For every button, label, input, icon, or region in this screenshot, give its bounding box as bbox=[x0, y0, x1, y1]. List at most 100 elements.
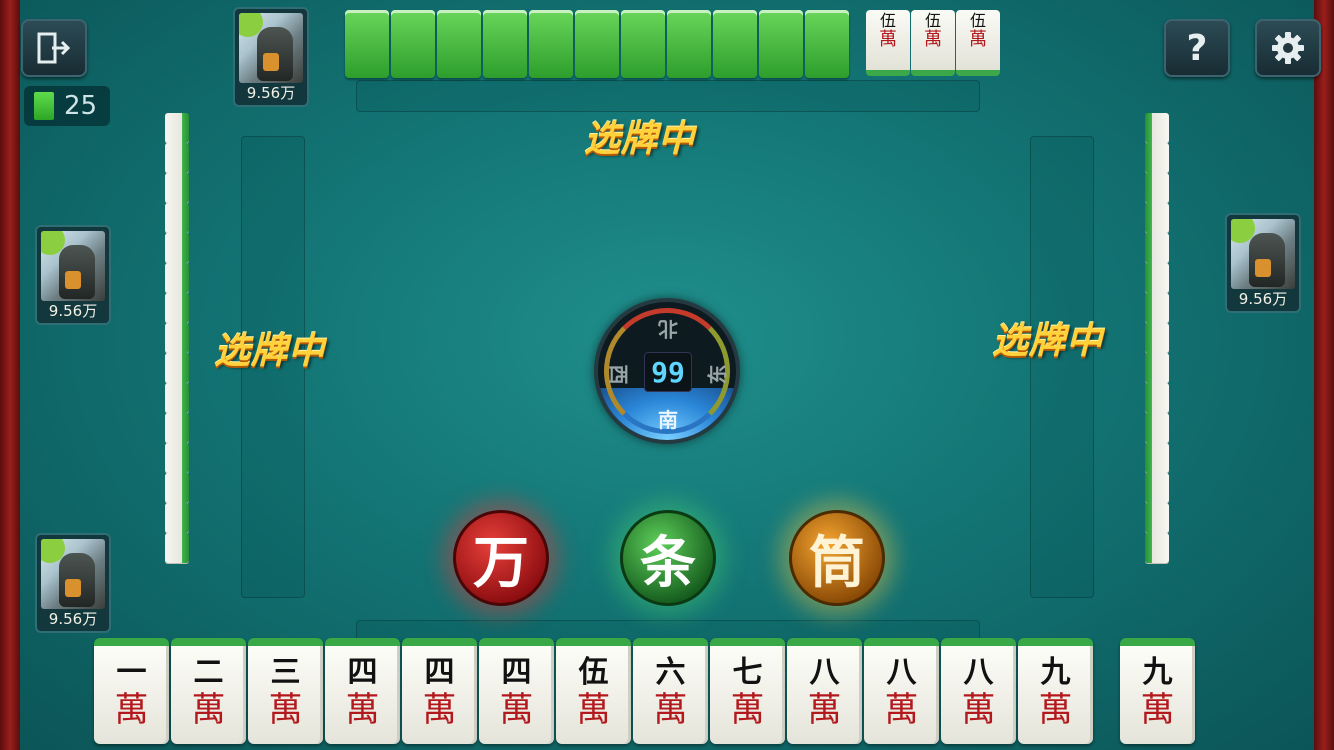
avatar bbox=[1231, 219, 1295, 289]
side-tile bbox=[1145, 383, 1169, 413]
side-tile bbox=[1145, 113, 1169, 143]
hidden-tile bbox=[713, 10, 757, 78]
wind-south: 南 bbox=[658, 408, 678, 432]
player-left-upper[interactable]: 9.56万 bbox=[35, 225, 111, 325]
tile-suit: 萬 bbox=[1140, 690, 1175, 730]
status-top-selecting: 选牌中 bbox=[584, 119, 696, 160]
wind-north: 北 bbox=[658, 317, 678, 341]
side-tile bbox=[165, 353, 189, 383]
tile-number: 四 bbox=[501, 655, 532, 690]
tile-suit: 萬 bbox=[879, 29, 897, 50]
hidden-tile bbox=[529, 10, 573, 78]
tile-number: 二 bbox=[193, 655, 224, 690]
tile-suit: 萬 bbox=[807, 690, 842, 730]
choose-tiao-button[interactable]: 条 bbox=[620, 510, 716, 606]
side-tile bbox=[1145, 413, 1169, 443]
tile-suit: 萬 bbox=[730, 690, 765, 730]
tile-suit: 萬 bbox=[191, 690, 226, 730]
player-money: 9.56万 bbox=[48, 302, 98, 320]
side-tile bbox=[165, 503, 189, 533]
side-tile bbox=[165, 323, 189, 353]
tile-number: 八 bbox=[809, 655, 840, 690]
tile-icon bbox=[34, 92, 54, 120]
question-mark-icon: ? bbox=[1186, 27, 1208, 69]
tile-number: 八 bbox=[886, 655, 917, 690]
hand-tile[interactable]: 七萬 bbox=[710, 638, 785, 744]
side-tile bbox=[1145, 473, 1169, 503]
hand-tile[interactable]: 二萬 bbox=[171, 638, 246, 744]
hidden-tile bbox=[575, 10, 619, 78]
hand-tile[interactable]: 四萬 bbox=[325, 638, 400, 744]
side-tile bbox=[1145, 353, 1169, 383]
player-top[interactable]: 9.56万 bbox=[233, 7, 309, 107]
settings-button[interactable] bbox=[1255, 19, 1321, 77]
side-tile bbox=[165, 173, 189, 203]
player-money: 9.56万 bbox=[48, 610, 98, 628]
tile-suit: 萬 bbox=[969, 29, 987, 50]
side-tile bbox=[1145, 503, 1169, 533]
side-tile bbox=[1145, 143, 1169, 173]
side-tile bbox=[1145, 533, 1169, 563]
tile-number: 六 bbox=[655, 655, 686, 690]
wind-west: 西 bbox=[606, 364, 631, 385]
side-tile bbox=[165, 293, 189, 323]
choose-tong-button[interactable]: 筒 bbox=[789, 510, 885, 606]
drawn-tile[interactable]: 九萬 bbox=[1120, 638, 1195, 744]
hand-tile[interactable]: 四萬 bbox=[479, 638, 554, 744]
hand-tile[interactable]: 三萬 bbox=[248, 638, 323, 744]
hand-tile[interactable]: 八萬 bbox=[864, 638, 939, 744]
tile-number: 三 bbox=[270, 655, 301, 690]
hand-tile[interactable]: 四萬 bbox=[402, 638, 477, 744]
hidden-tile bbox=[437, 10, 481, 78]
tile-number: 七 bbox=[732, 655, 763, 690]
remaining-tiles-count: 25 bbox=[64, 91, 98, 121]
side-tile bbox=[1145, 443, 1169, 473]
tile-number: 九 bbox=[1040, 655, 1071, 690]
exit-button[interactable] bbox=[21, 19, 87, 77]
tile-suit: 萬 bbox=[1038, 690, 1073, 730]
side-tile bbox=[1145, 203, 1169, 233]
tile-number: 四 bbox=[424, 655, 455, 690]
meld-tile: 伍 萬 bbox=[866, 10, 910, 76]
hidden-tile bbox=[391, 10, 435, 78]
tile-number: 伍 bbox=[924, 11, 941, 30]
tile-suit: 萬 bbox=[345, 690, 380, 730]
help-button[interactable]: ? bbox=[1164, 19, 1230, 77]
hand-tile[interactable]: 八萬 bbox=[787, 638, 862, 744]
player-money: 9.56万 bbox=[246, 84, 296, 102]
hand-tile[interactable]: 九萬 bbox=[1018, 638, 1093, 744]
tile-number: 伍 bbox=[969, 11, 986, 30]
top-discard-area bbox=[356, 80, 980, 112]
hand-tile[interactable]: 六萬 bbox=[633, 638, 708, 744]
meld-tile: 伍 萬 bbox=[956, 10, 1000, 76]
avatar bbox=[239, 13, 303, 83]
tile-suit: 萬 bbox=[576, 690, 611, 730]
player-left-lower[interactable]: 9.56万 bbox=[35, 533, 111, 633]
side-tile bbox=[165, 443, 189, 473]
hand-tile[interactable]: 八萬 bbox=[941, 638, 1016, 744]
tile-suit: 萬 bbox=[422, 690, 457, 730]
side-tile bbox=[165, 143, 189, 173]
tile-suit: 萬 bbox=[499, 690, 534, 730]
tile-suit: 萬 bbox=[961, 690, 996, 730]
player-right[interactable]: 9.56万 bbox=[1225, 213, 1301, 313]
hidden-tile bbox=[667, 10, 711, 78]
side-tile bbox=[1145, 263, 1169, 293]
hand-tile[interactable]: 一萬 bbox=[94, 638, 169, 744]
choose-wan-button[interactable]: 万 bbox=[453, 510, 549, 606]
table-frame-right bbox=[1314, 0, 1334, 750]
status-right-selecting: 选牌中 bbox=[992, 321, 1104, 362]
hidden-tile bbox=[345, 10, 389, 78]
tile-number: 八 bbox=[963, 655, 994, 690]
table-frame-left bbox=[0, 0, 20, 750]
hand-tile[interactable]: 伍萬 bbox=[556, 638, 631, 744]
side-tile bbox=[165, 203, 189, 233]
side-tile bbox=[165, 533, 189, 563]
hidden-tile bbox=[805, 10, 849, 78]
side-tile bbox=[1145, 323, 1169, 353]
avatar bbox=[41, 231, 105, 301]
side-tile bbox=[165, 383, 189, 413]
side-tile bbox=[1145, 233, 1169, 263]
tile-number: 伍 bbox=[578, 655, 609, 690]
avatar bbox=[41, 539, 105, 609]
